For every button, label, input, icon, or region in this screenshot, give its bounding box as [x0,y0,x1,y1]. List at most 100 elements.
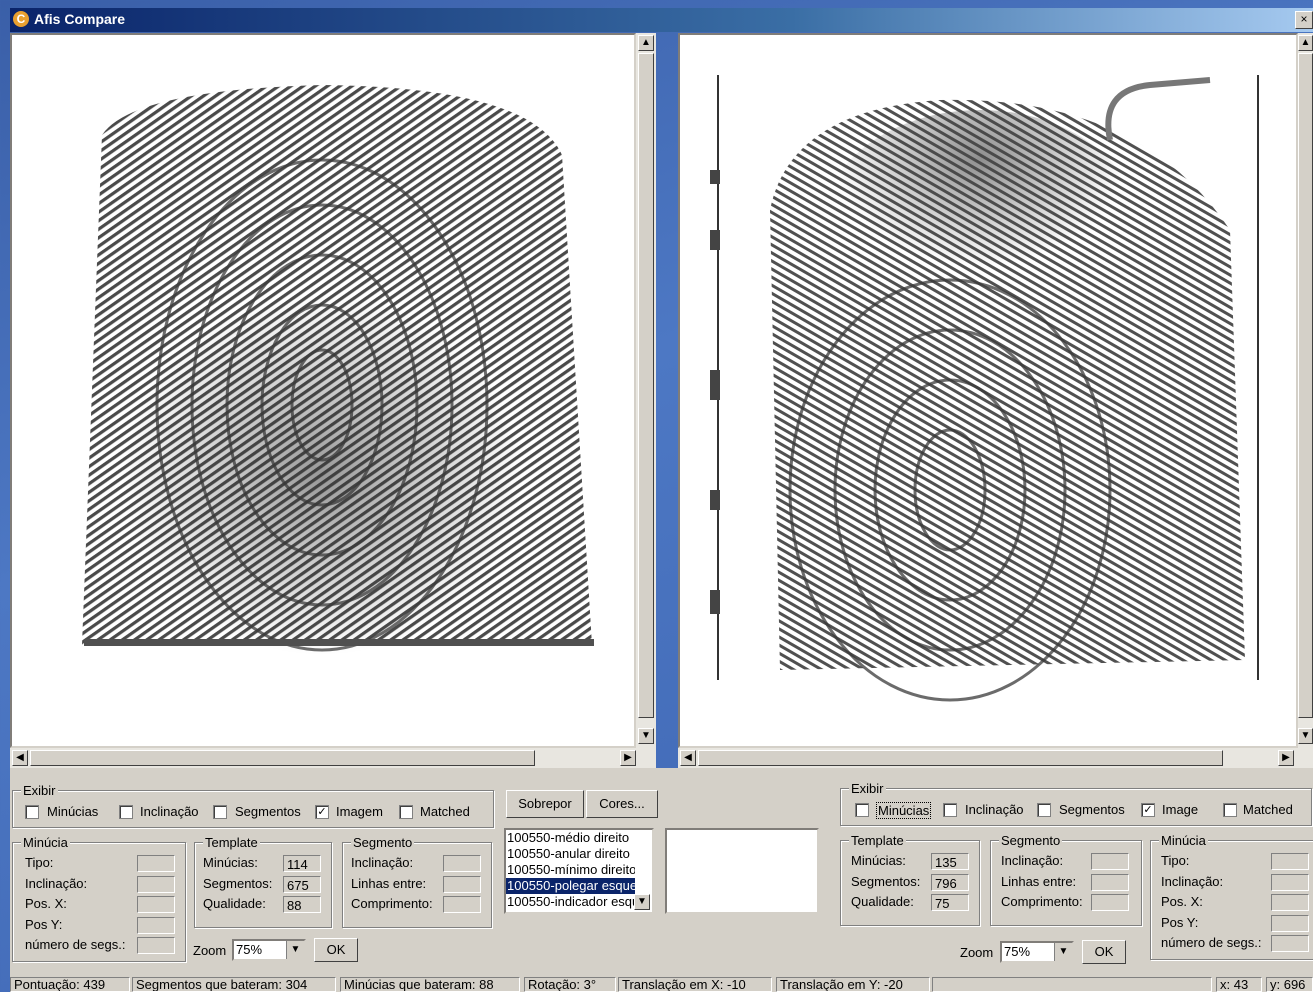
window-title: Afis Compare [34,11,126,27]
right-fingerprint-image [710,75,1259,702]
left-minucias-checkbox[interactable] [25,805,39,819]
group-label: Exibir [849,781,886,796]
scroll-left-icon[interactable]: ◀ [680,750,696,766]
inclinacao-value [137,876,175,893]
field-label: Inclinação: [25,876,88,891]
list-item[interactable]: 100550-médio direito [506,830,635,846]
scroll-left-icon[interactable]: ◀ [12,750,28,766]
left-matched-checkbox[interactable] [399,805,413,819]
left-template-group: Template Minúcias: 114 Segmentos: 675 Qu… [194,835,332,928]
inclinacao-value [1271,874,1309,891]
qualidade-label: Qualidade: [203,896,266,911]
left-zoom-select[interactable]: 75% ▼ [232,939,306,961]
minucias-value: 135 [931,853,969,870]
right-horizontal-scrollbar[interactable]: ◀ ▶ [678,748,1313,768]
segmentos-label: Segmentos: [203,876,273,891]
minucias-label: Minúcias: [851,853,906,868]
minucias-value: 114 [283,855,321,872]
list-item[interactable]: 100550-indicador esquerdo [506,894,635,910]
right-minucia-group: Minúcia Tipo: Inclinação: Pos. X: Pos Y:… [1150,833,1313,960]
chevron-down-icon[interactable]: ▼ [1054,943,1072,961]
scroll-down-icon[interactable]: ▼ [1298,728,1313,744]
sobrepor-button[interactable]: Sobrepor [506,790,584,818]
controls-area: Exibir Minúcias Inclinação Segmentos ✓ I… [10,768,1313,976]
numero-segs-value [1271,935,1309,952]
zoom-label: Zoom [960,945,994,960]
left-segmento-group: Segmento Inclinação: Linhas entre: Compr… [342,835,492,928]
comprimento-value [443,896,481,913]
segmentos-label: Segmentos: [851,874,921,889]
linhas-entre-value [443,876,481,893]
cores-button[interactable]: Cores... [586,790,658,818]
right-segmento-group: Segmento Inclinação: Linhas entre: Compr… [990,833,1142,926]
segmentos-value: 796 [931,874,969,891]
right-minucias-checkbox[interactable] [855,803,869,817]
status-translacao-x: Translação em X: -10 [618,977,772,992]
pos-x-value [1271,894,1309,911]
list-item[interactable]: 100550-mínimo direito [506,862,635,878]
right-segmentos-checkbox[interactable] [1037,803,1051,817]
scroll-right-icon[interactable]: ▶ [1278,750,1294,766]
left-image-panel[interactable] [10,33,636,748]
scroll-down-icon[interactable]: ▼ [634,894,650,910]
pos-x-value [137,896,175,913]
left-segmentos-checkbox[interactable] [213,805,227,819]
checkbox-label: Inclinação [965,802,1024,817]
checkbox-label: Inclinação [140,804,199,819]
checkbox-label: Segmentos [1059,802,1125,817]
right-matched-checkbox[interactable] [1223,803,1237,817]
right-inclinacao-checkbox[interactable] [943,803,957,817]
chevron-down-icon[interactable]: ▼ [286,941,304,959]
field-label: Linhas entre: [351,876,427,891]
left-horizontal-scrollbar[interactable]: ◀ ▶ [10,748,656,768]
field-label: Inclinação: [1161,874,1224,889]
left-imagem-checkbox[interactable]: ✓ [315,805,329,819]
field-label: Linhas entre: [1001,874,1077,889]
checkbox-label: Segmentos [235,804,301,819]
tipo-value [1271,853,1309,870]
status-translacao-y: Translação em Y: -20 [776,977,930,992]
scroll-right-icon[interactable]: ▶ [620,750,636,766]
left-inclinacao-checkbox[interactable] [119,805,133,819]
blank-list[interactable] [665,828,819,914]
right-image-checkbox[interactable]: ✓ [1141,803,1155,817]
minucias-label: Minúcias: [203,855,258,870]
segmentos-value: 675 [283,876,321,893]
group-label: Minúcia [1159,833,1208,848]
scroll-thumb[interactable] [698,750,1223,766]
status-x: x: 43 [1216,977,1262,992]
list-item[interactable]: 100550-anular direito [506,846,635,862]
right-zoom-select[interactable]: 75% ▼ [1000,941,1074,963]
scroll-thumb[interactable] [1298,53,1313,718]
right-template-group: Template Minúcias: 135 Segmentos: 796 Qu… [840,833,980,926]
field-label: Inclinação: [1001,853,1064,868]
tipo-value [137,855,175,872]
scroll-thumb[interactable] [30,750,535,766]
pos-y-value [137,917,175,934]
checkbox-label: Imagem [336,804,383,819]
field-label: Tipo: [25,855,54,870]
zoom-value: 75% [1004,944,1031,959]
scroll-thumb[interactable] [638,53,654,718]
scroll-up-icon[interactable]: ▲ [638,35,654,51]
right-vertical-scrollbar[interactable]: ▲ ▼ [1298,33,1313,748]
template-list[interactable]: 100550-médio direito 100550-anular direi… [504,828,654,914]
group-label: Template [203,835,260,850]
list-item-selected[interactable]: 100550-polegar esquerdo [506,878,635,894]
field-label: Pos. X: [1161,894,1203,909]
scroll-down-icon[interactable]: ▼ [638,728,654,744]
pos-y-value [1271,915,1309,932]
left-ok-button[interactable]: OK [314,938,358,962]
close-button[interactable]: × [1295,11,1313,29]
zoom-label: Zoom [193,943,227,958]
scroll-up-icon[interactable]: ▲ [1298,35,1313,51]
right-ok-button[interactable]: OK [1082,940,1126,964]
status-bar: Pontuação: 439 Segmentos que bateram: 30… [10,976,1313,992]
status-pontuacao: Pontuação: 439 [10,977,130,992]
group-label: Exibir [21,783,58,798]
zoom-value: 75% [236,942,263,957]
field-label: Pos Y: [25,917,63,932]
left-vertical-scrollbar[interactable]: ▲ ▼ [636,33,656,748]
right-image-panel[interactable] [678,33,1298,748]
field-label: Inclinação: [351,855,414,870]
